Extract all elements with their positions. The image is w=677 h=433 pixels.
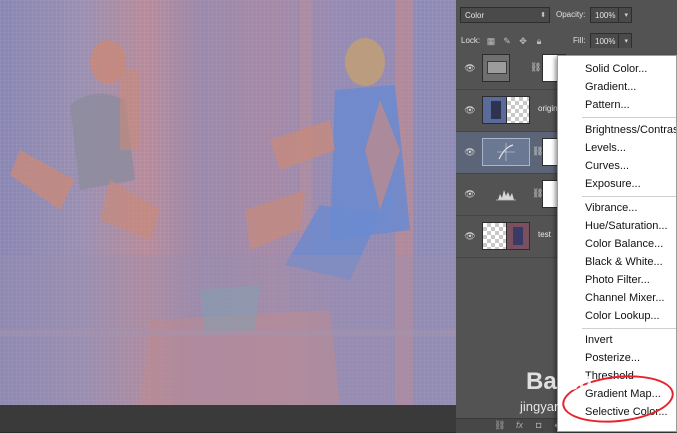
menu-item-posterize[interactable]: Posterize... (585, 351, 640, 365)
eye-icon[interactable]: 👁︎ (464, 104, 476, 116)
canvas-status-strip (0, 405, 456, 432)
menu-item-black-white[interactable]: Black & White... (585, 255, 663, 269)
menu-item-brightness-contrast[interactable]: Brightness/Contrast... (585, 123, 676, 137)
menu-item-levels[interactable]: Levels... (585, 141, 626, 155)
eye-icon[interactable]: 👁︎ (464, 230, 476, 242)
menu-item-exposure[interactable]: Exposure... (585, 177, 641, 191)
menu-item-solid-color[interactable]: Solid Color... (585, 62, 647, 76)
levels-adjustment-icon (482, 180, 530, 208)
eye-icon[interactable]: 👁︎ (464, 146, 476, 158)
menu-item-pattern[interactable]: Pattern... (585, 98, 630, 112)
lock-brush-icon[interactable]: ✎ (502, 36, 512, 46)
opacity-dropdown-button[interactable]: ▾ (618, 7, 632, 23)
menu-item-photo-filter[interactable]: Photo Filter... (585, 273, 650, 287)
updown-arrow-icon: ⬍ (540, 12, 546, 19)
blend-row: Color ⬍ Opacity: 100% ▾ (456, 2, 677, 29)
lock-move-icon[interactable]: ✥ (518, 36, 528, 46)
fx-button[interactable]: fx (516, 420, 523, 430)
add-mask-icon[interactable]: ◘ (536, 420, 541, 430)
menu-separator (582, 117, 676, 118)
image-layer-thumbnail (506, 222, 530, 250)
document-image[interactable] (0, 0, 456, 405)
menu-separator (582, 196, 676, 197)
layer-mask-thumbnail (506, 96, 530, 124)
menu-item-channel-mixer[interactable]: Channel Mixer... (585, 291, 664, 305)
menu-separator (582, 328, 676, 329)
menu-item-color-balance[interactable]: Color Balance... (585, 237, 663, 251)
lock-label: Lock: (461, 36, 481, 45)
opacity-label: Opacity: (556, 10, 586, 19)
curves-adjustment-icon (482, 138, 530, 166)
layer-name: origin (538, 104, 558, 113)
fill-value: 100% (595, 37, 616, 46)
blend-mode-value: Color (465, 11, 485, 20)
menu-item-gradient[interactable]: Gradient... (585, 80, 636, 94)
fill-layer-thumbnail (482, 54, 510, 82)
lock-all-icon[interactable]: 🔒︎ (534, 36, 544, 46)
photo-content (0, 0, 456, 405)
watermark-sub: jingyan (520, 399, 562, 414)
menu-item-curves[interactable]: Curves... (585, 159, 629, 173)
blend-mode-select[interactable]: Color ⬍ (460, 7, 550, 23)
menu-item-hue-saturation[interactable]: Hue/Saturation... (585, 219, 668, 233)
fill-label: Fill: (573, 36, 586, 45)
eye-icon[interactable]: 👁︎ (464, 188, 476, 200)
link-icon[interactable]: ⛓ (494, 420, 505, 431)
canvas-area[interactable] (0, 0, 456, 432)
lock-transparent-icon[interactable]: ▦ (486, 36, 496, 46)
menu-item-color-lookup[interactable]: Color Lookup... (585, 309, 660, 323)
chevron-down-icon: ▾ (624, 12, 628, 19)
menu-item-vibrance[interactable]: Vibrance... (585, 201, 637, 215)
menu-item-invert[interactable]: Invert (585, 333, 613, 347)
paw-logo-icon (563, 371, 581, 390)
chain-link-icon[interactable]: ⛓ (530, 62, 541, 73)
fill-dropdown-button[interactable]: ▾ (618, 33, 632, 49)
layer-name: test (538, 230, 551, 239)
eye-icon[interactable]: 👁︎ (464, 62, 476, 74)
opacity-value: 100% (595, 11, 616, 20)
